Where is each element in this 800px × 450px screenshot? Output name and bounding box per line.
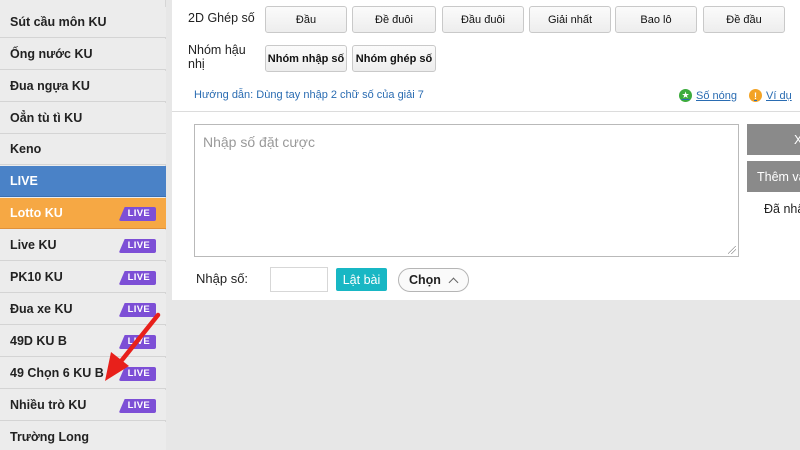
live-badge: LIVE — [118, 303, 156, 317]
sidebar-item-keno[interactable]: Keno — [0, 134, 166, 165]
sidebar-item-label: Oẳn tù tì KU — [10, 111, 83, 125]
sidebar-item-dua-ngua-ku[interactable]: Đua ngựa KU — [0, 71, 166, 102]
sidebar-item-pk10-ku[interactable]: PK10 KU LIVE — [0, 262, 166, 293]
nhom-ghep-so-button[interactable]: Nhóm ghép số — [352, 45, 436, 72]
example-link[interactable]: ! Ví dụ — [749, 89, 792, 102]
sidebar-item-label: PK10 KU — [10, 270, 63, 284]
info-icon: ! — [749, 89, 762, 102]
number-input[interactable] — [270, 267, 328, 292]
choose-button-label: Chọn — [409, 273, 441, 287]
nhom-hau-nhi-label: Nhóm hậu nhị — [188, 43, 246, 71]
nhom-nhap-so-button[interactable]: Nhóm nhập số — [265, 45, 347, 72]
sidebar-item-label: Sút cầu môn KU — [10, 15, 107, 29]
sidebar-item-label: Live KU — [10, 238, 57, 252]
sidebar-item-dua-xe-ku[interactable]: Đua xe KU LIVE — [0, 294, 166, 325]
sidebar-item-label: Ống nước KU — [10, 47, 93, 61]
sidebar-item-label: Lotto KU — [10, 206, 63, 220]
sidebar-item-lotto-ku[interactable]: Lotto KU LIVE — [0, 198, 166, 229]
guide-text: Hướng dẫn: Dùng tay nhập 2 chữ số của gi… — [194, 89, 424, 101]
sidebar-item-live-ku[interactable]: Live KU LIVE — [0, 230, 166, 261]
live-badge: LIVE — [118, 335, 156, 349]
hot-numbers-label: Số nóng — [696, 89, 737, 102]
add-bet-button[interactable]: Thêm và — [747, 161, 800, 192]
live-badge: LIVE — [118, 207, 156, 221]
live-badge: LIVE — [118, 271, 156, 285]
nhom-label-line2: nhị — [188, 57, 205, 71]
hot-numbers-link[interactable]: ★ Số nóng — [679, 89, 737, 102]
sidebar-item-oan-tu-ti-ku[interactable]: Oẳn tù tì KU — [0, 103, 166, 134]
number-input-label: Nhập số: — [196, 271, 249, 286]
bet-panel: 2D Ghép số Đầu Đề đuôi Đầu đuôi Giải nhấ… — [172, 0, 800, 300]
sidebar-item-label: Nhiều trò KU — [10, 398, 87, 412]
entered-status-text: Đã nhập — [764, 202, 800, 216]
sidebar-item-label: Trường Long — [10, 430, 90, 444]
live-badge: LIVE — [118, 399, 156, 413]
bao-lo-button[interactable]: Bao lô — [615, 6, 697, 33]
sidebar-item-sut-cau-mon-ku[interactable]: Sút cầu môn KU — [0, 7, 166, 38]
clear-button[interactable]: X — [747, 124, 800, 155]
star-icon: ★ — [679, 89, 692, 102]
sidebar-item-label: 49 Chọn 6 KU B — [10, 366, 104, 380]
sidebar-item-label: 49D KU B — [10, 334, 67, 348]
divider — [172, 111, 800, 112]
sidebar-item-truong-long[interactable]: Trường Long — [0, 422, 166, 450]
sidebar-item-ong-nuoc-ku[interactable]: Ống nước KU — [0, 39, 166, 70]
example-label: Ví dụ — [766, 89, 792, 102]
nhom-label-line1: Nhóm hậu — [188, 43, 246, 57]
sidebar-item-49d-ku-b[interactable]: 49D KU B LIVE — [0, 326, 166, 357]
resize-handle[interactable] — [728, 246, 736, 254]
dau-duoi-button[interactable]: Đầu đuôi — [442, 6, 524, 33]
live-badge: LIVE — [118, 367, 156, 381]
ghep-so-label: 2D Ghép số — [188, 11, 255, 25]
sidebar-item-label: Đua xe KU — [10, 302, 73, 316]
sidebar-item-label: Keno — [10, 142, 42, 156]
live-badge: LIVE — [118, 239, 156, 253]
sidebar-section-live[interactable]: LIVE — [0, 166, 166, 197]
sidebar-item-nhieu-tro-ku[interactable]: Nhiều trò KU LIVE — [0, 390, 166, 421]
giai-nhat-button[interactable]: Giải nhất — [529, 6, 611, 33]
flip-card-button[interactable]: Lật bài — [336, 268, 387, 291]
game-sidebar: Sút cầu môn KU Ống nước KU Đua ngựa KU O… — [0, 0, 166, 450]
sidebar-item-label: Đua ngựa KU — [10, 79, 90, 93]
choose-button[interactable]: Chọn — [398, 268, 469, 292]
sidebar-section-label: LIVE — [10, 174, 38, 188]
dau-button[interactable]: Đầu — [265, 6, 347, 33]
de-duoi-button[interactable]: Đề đuôi — [352, 6, 436, 33]
bet-numbers-textarea[interactable]: Nhập số đặt cược — [194, 124, 739, 257]
textarea-placeholder: Nhập số đặt cược — [203, 134, 315, 150]
chevron-up-icon — [448, 277, 459, 287]
sidebar-item-49-chon-6-ku-b[interactable]: 49 Chọn 6 KU B LIVE — [0, 358, 166, 389]
de-dau-button[interactable]: Đề đầu — [703, 6, 785, 33]
